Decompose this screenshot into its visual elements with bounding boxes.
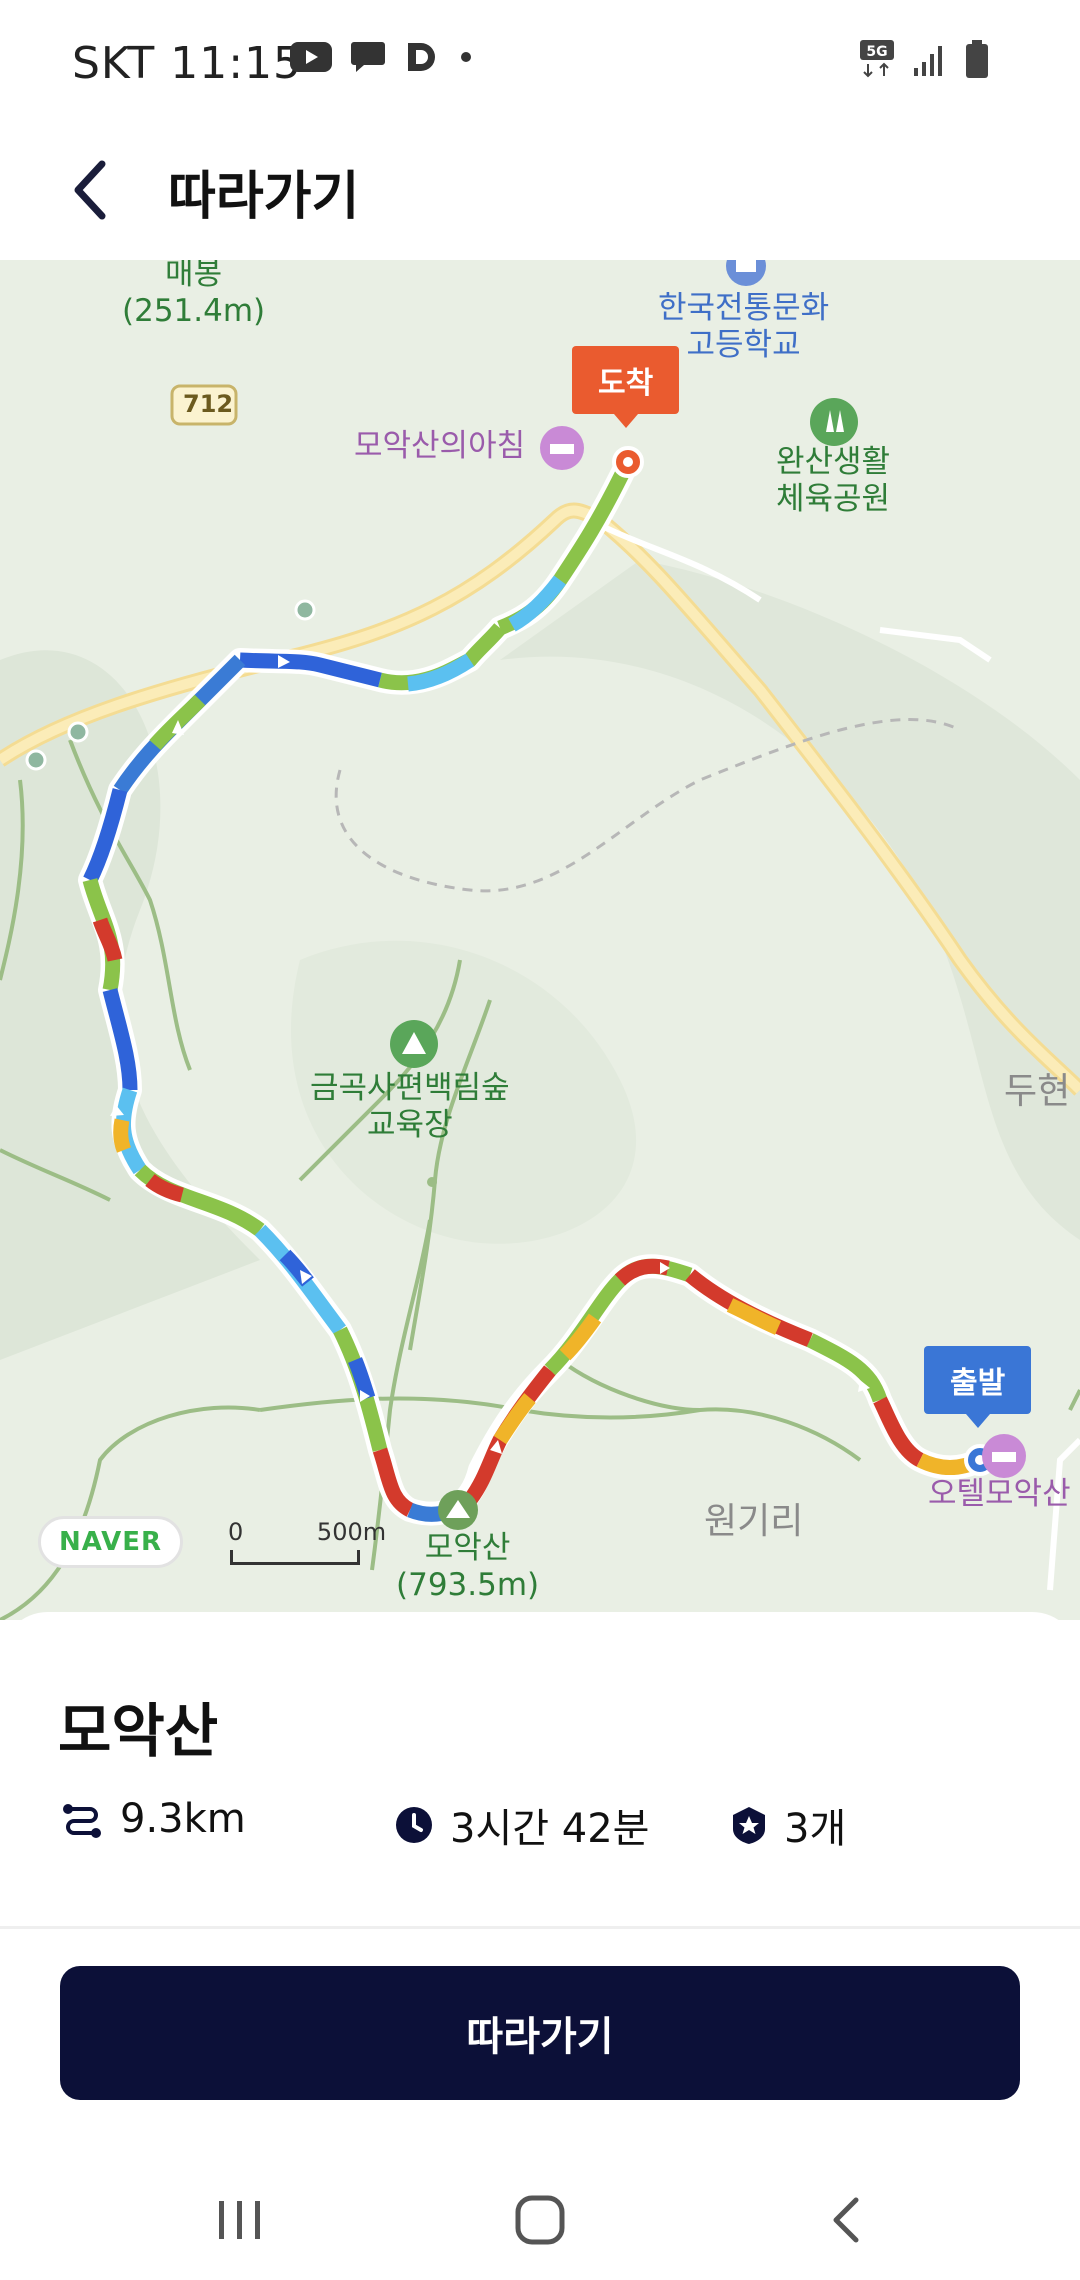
signal-icon bbox=[914, 46, 942, 76]
page-title: 따라가기 bbox=[168, 167, 360, 227]
course-name: 모악산 bbox=[58, 1697, 219, 1765]
map-scale: 0 500m bbox=[228, 1518, 386, 1546]
park-label: 완산생활 체육공원 bbox=[776, 444, 891, 518]
course-stats: 9.3km 3시간 42분 3개 bbox=[60, 1796, 1040, 1856]
end-pin-label[interactable]: 도착 bbox=[572, 346, 680, 428]
duration-stat: 3시간 42분 bbox=[394, 1796, 649, 1854]
app-bar: 따라가기 bbox=[0, 120, 1080, 260]
badge-star-icon bbox=[733, 1807, 765, 1844]
carrier-label: SKT bbox=[72, 38, 156, 89]
road-number-label: 712 bbox=[183, 390, 234, 418]
system-back-button[interactable] bbox=[806, 2180, 886, 2260]
route-distance-icon bbox=[63, 1804, 101, 1838]
scale-zero-label: 0 bbox=[228, 1518, 244, 1546]
badge-count: 3개 bbox=[784, 1806, 847, 1852]
duration-value: 3시간 42분 bbox=[450, 1806, 650, 1852]
svg-text:5G: 5G bbox=[866, 44, 887, 60]
school-label: 한국전통문화 고등학교 bbox=[658, 290, 830, 364]
follow-button[interactable]: 따라가기 bbox=[60, 1966, 1020, 2100]
village-label-right: 두현 bbox=[1004, 1071, 1071, 1112]
peak-label-maebong: 매봉 (251.4m) bbox=[122, 260, 266, 330]
home-button[interactable] bbox=[500, 2180, 580, 2260]
system-icons: 5G bbox=[860, 40, 990, 80]
motel-north-label: 모악산의아침 bbox=[354, 428, 526, 464]
message-icon bbox=[351, 42, 385, 72]
chevron-left-icon bbox=[833, 2197, 859, 2243]
network-5g-icon: 5G bbox=[860, 40, 894, 78]
naver-logo: NAVER bbox=[38, 1516, 184, 1568]
clock-icon bbox=[396, 1807, 432, 1843]
home-icon bbox=[515, 2195, 565, 2245]
status-time: SKT 11:15 bbox=[72, 38, 302, 89]
recent-apps-icon bbox=[219, 2201, 260, 2239]
road-marker-icon bbox=[294, 599, 316, 621]
map-canvas bbox=[0, 260, 1080, 1620]
more-dot-icon bbox=[461, 52, 471, 62]
badge-stat: 3개 bbox=[730, 1796, 846, 1854]
system-nav-bar bbox=[0, 2160, 1080, 2280]
end-location-marker bbox=[612, 446, 644, 478]
peak-label-moak: 모악산 (793.5m) bbox=[396, 1530, 540, 1604]
back-arrow-icon[interactable] bbox=[60, 150, 130, 230]
status-bar: SKT 11:15 5G bbox=[0, 0, 1080, 120]
start-pin-label[interactable]: 출발 bbox=[924, 1346, 1032, 1428]
recent-apps-button[interactable] bbox=[200, 2180, 280, 2260]
clock: 11:15 bbox=[170, 38, 303, 89]
distance-value: 9.3km bbox=[120, 1796, 246, 1842]
battery-icon bbox=[966, 40, 988, 78]
scale-distance-label: 500m bbox=[316, 1518, 387, 1546]
village-label-wongi: 원기리 bbox=[704, 1501, 804, 1542]
motel-south-label: 오텔모악산 bbox=[928, 1476, 1071, 1512]
distance-stat: 9.3km bbox=[60, 1796, 246, 1842]
youtube-icon bbox=[290, 42, 332, 72]
route-map[interactable]: 매봉 (251.4m) 712 한국전통문화 고등학교 모악산의아침 완산생활 … bbox=[0, 260, 1080, 1620]
d-app-icon bbox=[408, 43, 435, 71]
notification-icons bbox=[290, 40, 476, 74]
divider bbox=[0, 1926, 1080, 1929]
scale-bar bbox=[230, 1550, 360, 1565]
camp-label: 금곡사편백림숲 교육장 bbox=[310, 1070, 510, 1144]
park-poi-icon bbox=[810, 398, 858, 446]
